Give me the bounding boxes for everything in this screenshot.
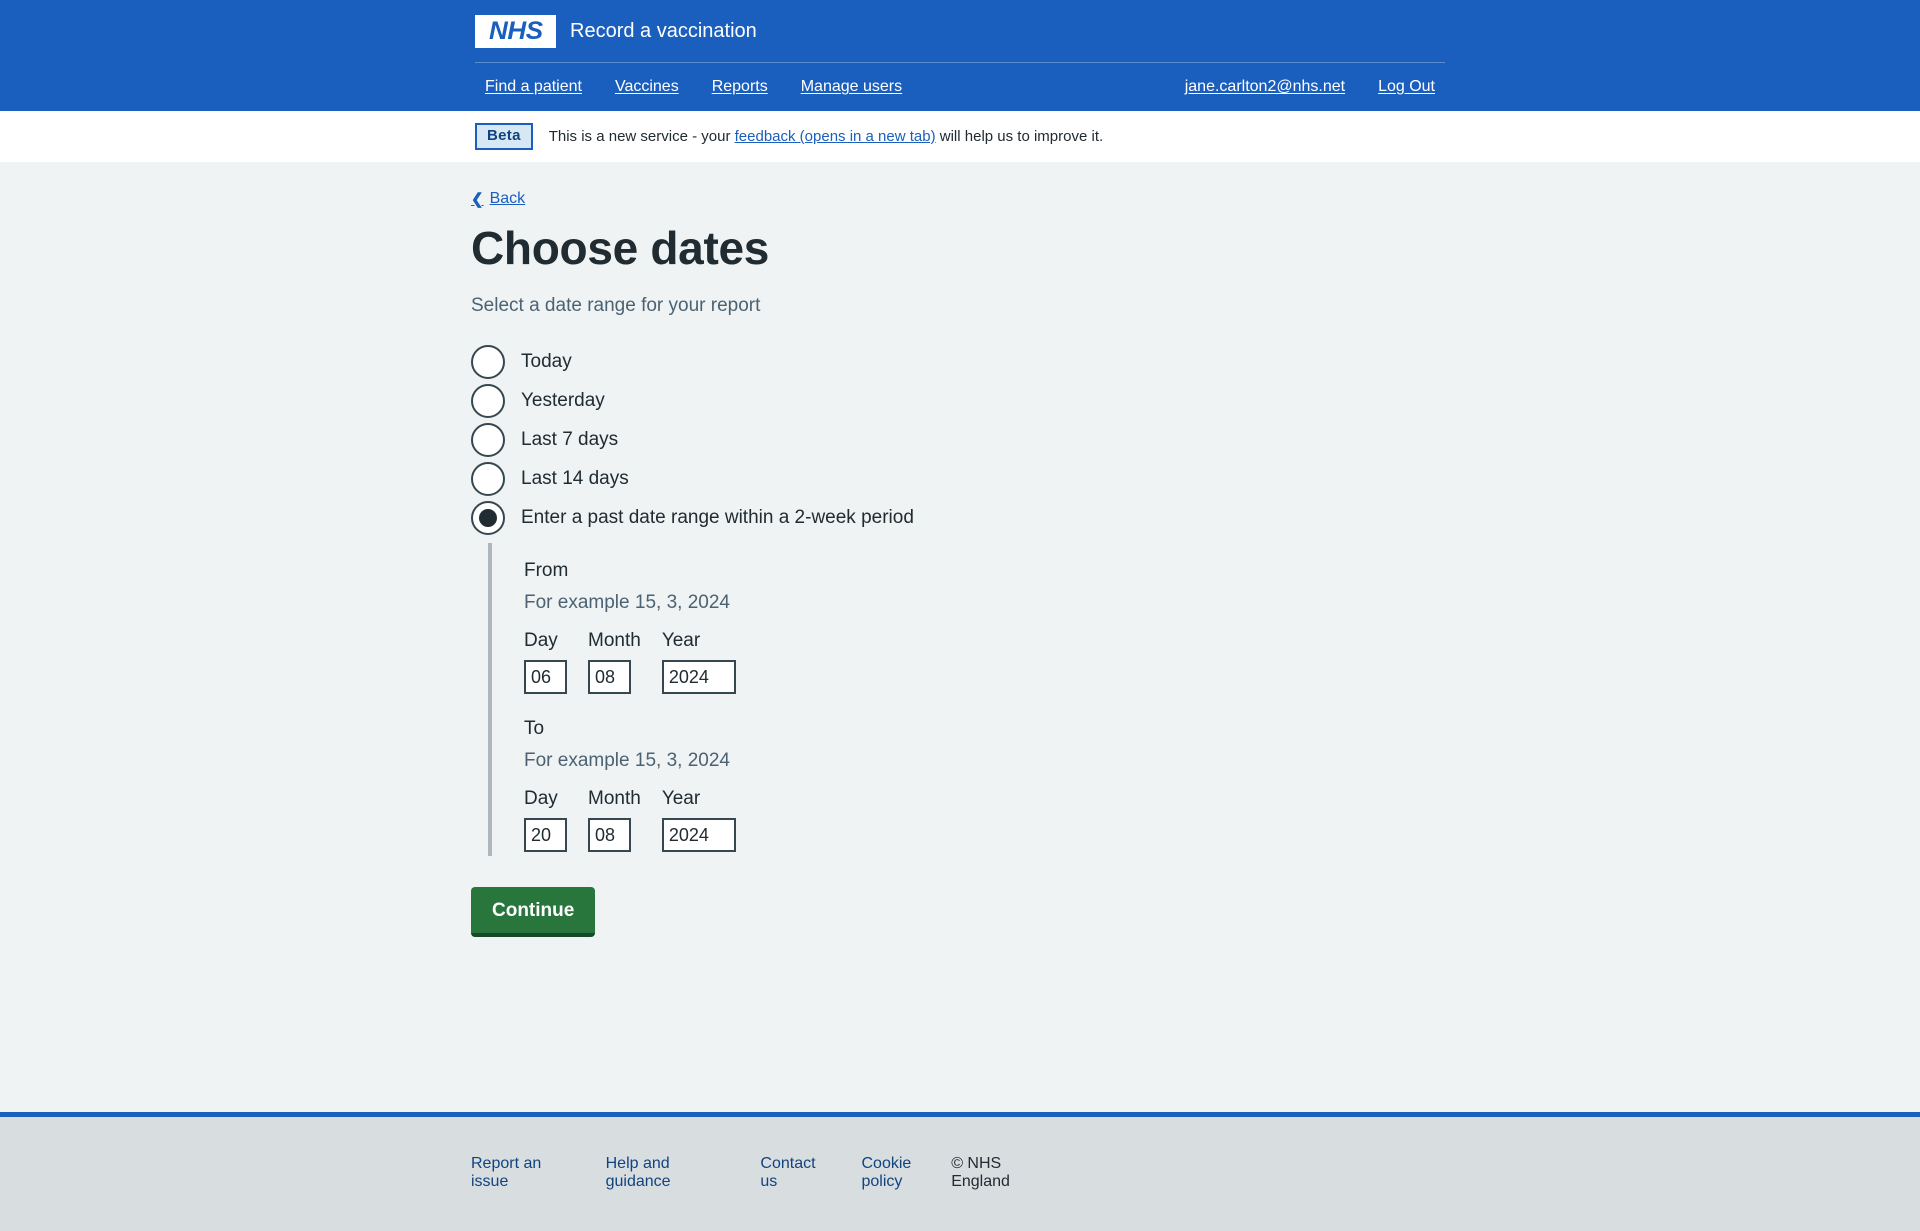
- date-from-year-field: Year: [661, 630, 736, 695]
- radio-label-last-7-days: Last 7 days: [521, 428, 619, 450]
- radio-circle-yesterday: [471, 383, 505, 418]
- radio-label-yesterday: Yesterday: [521, 389, 605, 411]
- nhs-logo-text: NHS: [488, 16, 543, 45]
- footer-link-report-an-issue[interactable]: Report an issue: [471, 1155, 577, 1191]
- radio-option-last-14-days[interactable]: Last 14 days: [471, 459, 1449, 498]
- date-to-year-label: Year: [661, 788, 701, 810]
- date-from-month-field: Month: [588, 630, 641, 695]
- main-content: ❮ Back Choose dates Select a date range …: [0, 162, 1920, 1112]
- date-to-day-field: Day: [524, 788, 567, 853]
- date-to-day-input[interactable]: [524, 818, 567, 853]
- primary-navigation: Find a patient Vaccines Reports Manage u…: [471, 63, 1449, 111]
- date-range-radio-group: Today Yesterday Last 7 days Last 14 days…: [471, 342, 1449, 537]
- date-from-block: From For example 15, 3, 2024 Day Month Y…: [524, 560, 1449, 695]
- radio-circle-last-7-days: [471, 422, 505, 457]
- radio-option-today[interactable]: Today: [471, 342, 1449, 381]
- radio-circle-custom-range: [471, 500, 505, 535]
- date-from-year-label: Year: [661, 630, 701, 652]
- radio-label-last-14-days: Last 14 days: [521, 467, 629, 489]
- back-link[interactable]: ❮ Back: [471, 190, 525, 208]
- nav-item-vaccines[interactable]: Vaccines: [615, 78, 679, 96]
- date-from-day-label: Day: [524, 630, 558, 652]
- radio-circle-last-14-days: [471, 461, 505, 496]
- nav-item-manage-users[interactable]: Manage users: [801, 78, 902, 96]
- beta-text-before: This is a new service - your: [548, 128, 731, 145]
- date-from-month-label: Month: [588, 630, 641, 652]
- date-from-hint: For example 15, 3, 2024: [524, 592, 730, 614]
- radio-option-last-7-days[interactable]: Last 7 days: [471, 420, 1449, 459]
- page-root: NHS Record a vaccination Find a patient …: [0, 0, 1920, 1231]
- feedback-link[interactable]: feedback (opens in a new tab): [735, 128, 936, 145]
- beta-tag: Beta: [475, 123, 533, 150]
- conditional-date-range-panel: From For example 15, 3, 2024 Day Month Y…: [488, 543, 1449, 857]
- footer-copyright: © NHS England: [951, 1155, 1010, 1190]
- radio-label-today: Today: [521, 350, 572, 372]
- header-brand-row: NHS Record a vaccination: [471, 0, 1449, 62]
- page-title: Choose dates: [471, 221, 770, 274]
- radio-option-yesterday[interactable]: Yesterday: [471, 381, 1449, 420]
- nhs-logo[interactable]: NHS: [475, 14, 556, 48]
- service-name: Record a vaccination: [570, 20, 757, 42]
- footer-link-contact-us[interactable]: Contact us: [760, 1155, 832, 1191]
- date-to-month-input[interactable]: [588, 818, 631, 853]
- footer-link-help-and-guidance[interactable]: Help and guidance: [606, 1155, 732, 1191]
- beta-text-after: will help us to improve it.: [939, 128, 1104, 145]
- date-from-legend: From: [524, 560, 569, 582]
- nav-item-reports[interactable]: Reports: [712, 78, 768, 96]
- site-header: NHS Record a vaccination Find a patient …: [0, 0, 1920, 111]
- back-link-label: Back: [489, 190, 526, 207]
- page-subtitle: Select a date range for your report: [471, 295, 761, 317]
- continue-button[interactable]: Continue: [471, 887, 596, 938]
- date-to-month-label: Month: [588, 788, 641, 810]
- beta-banner-text: This is a new service - your feedback (o…: [549, 128, 1103, 145]
- date-to-month-field: Month: [588, 788, 641, 853]
- date-from-day-input[interactable]: [524, 660, 567, 695]
- nav-item-log-out[interactable]: Log Out: [1378, 78, 1435, 96]
- nav-item-user-email[interactable]: jane.carlton2@nhs.net: [1185, 78, 1345, 96]
- date-to-year-field: Year: [661, 788, 736, 853]
- radio-circle-today: [471, 344, 505, 379]
- chevron-left-icon: ❮: [471, 190, 484, 208]
- footer-link-cookie-policy[interactable]: Cookie policy: [862, 1155, 952, 1191]
- date-to-block: To For example 15, 3, 2024 Day Month Yea…: [524, 718, 1449, 853]
- date-to-year-input[interactable]: [661, 818, 736, 853]
- date-to-hint: For example 15, 3, 2024: [524, 750, 730, 772]
- radio-option-custom-range[interactable]: Enter a past date range within a 2-week …: [471, 498, 1449, 537]
- date-to-legend: To: [524, 718, 545, 740]
- date-to-day-label: Day: [524, 788, 558, 810]
- nav-item-find-a-patient[interactable]: Find a patient: [485, 78, 582, 96]
- date-from-year-input[interactable]: [661, 660, 736, 695]
- date-from-day-field: Day: [524, 630, 567, 695]
- radio-label-custom-range: Enter a past date range within a 2-week …: [521, 506, 914, 528]
- site-footer: Report an issue Help and guidance Contac…: [0, 1112, 1920, 1231]
- date-from-month-input[interactable]: [588, 660, 631, 695]
- beta-banner: Beta This is a new service - your feedba…: [0, 111, 1920, 162]
